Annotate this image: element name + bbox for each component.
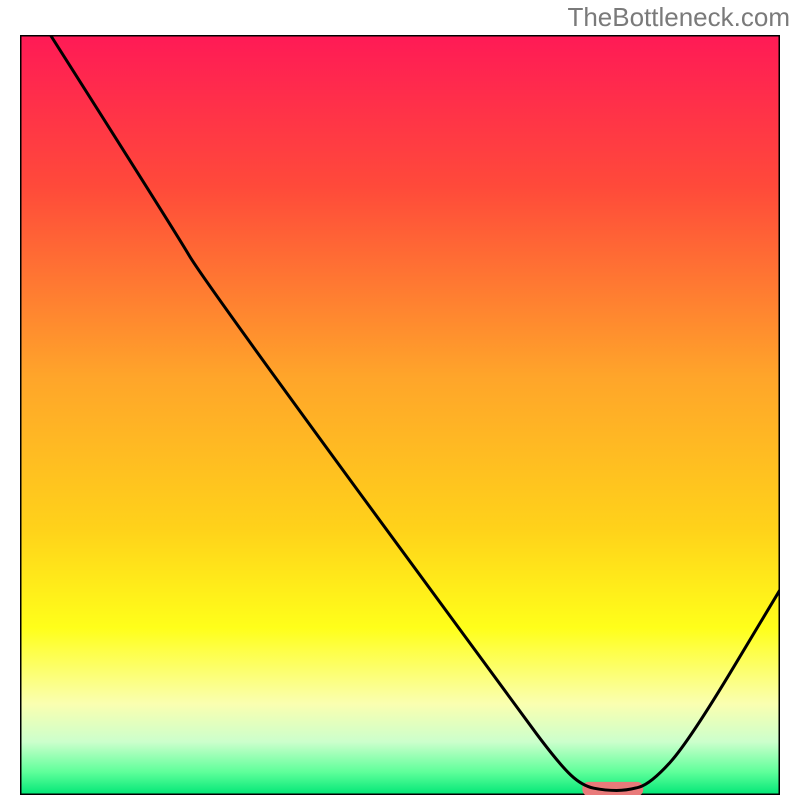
watermark-text: TheBottleneck.com — [567, 2, 790, 33]
chart-svg — [20, 35, 780, 795]
gradient-background — [20, 35, 780, 795]
plot-area — [20, 35, 780, 795]
bottleneck-chart: TheBottleneck.com — [0, 0, 800, 800]
